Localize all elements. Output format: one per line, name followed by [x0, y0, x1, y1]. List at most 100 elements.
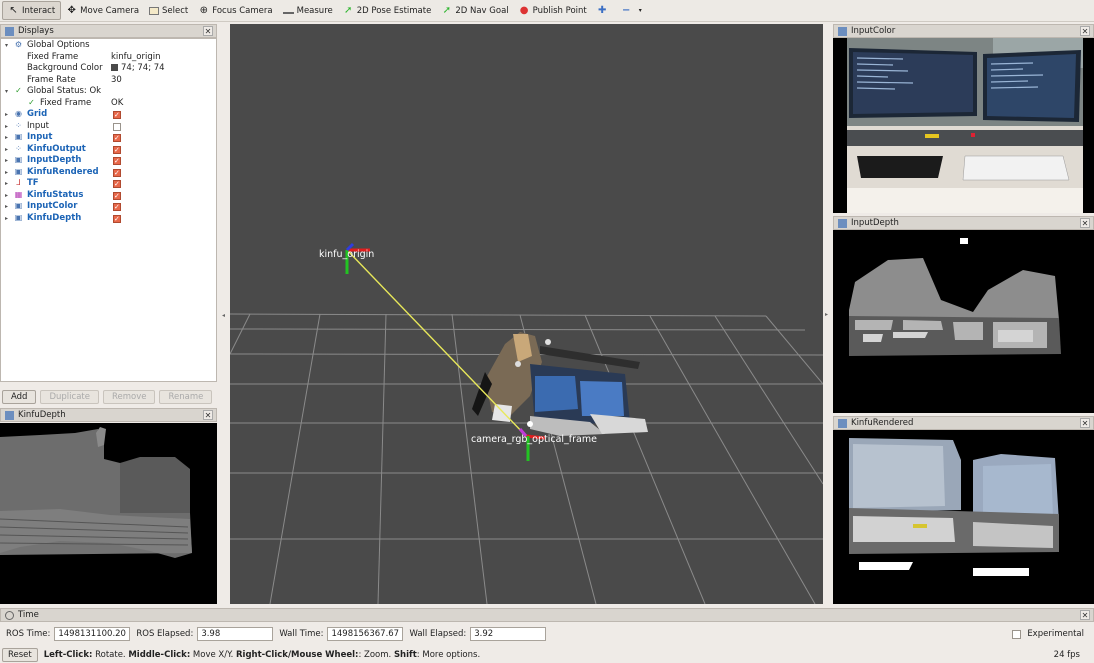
tree-background-color[interactable]: Background Color 74; 74; 74	[1, 63, 216, 75]
collapse-right-icon: ▸	[825, 311, 829, 318]
close-icon[interactable]: ✕	[1080, 418, 1090, 428]
color-image-render	[833, 38, 1094, 213]
tree-item-kinfustatus[interactable]: ▸ ▦ KinfuStatus	[1, 190, 216, 202]
tree-item-inputdepth[interactable]: ▸ ▣ InputDepth	[1, 155, 216, 167]
tree-item-input[interactable]: ▸ ⁘ Input	[1, 121, 216, 133]
tree-frame-rate[interactable]: Frame Rate 30	[1, 75, 216, 87]
fps-readout: 24 fps	[1053, 649, 1080, 660]
tree-item-kinfuoutput[interactable]: ▸ ⁘ KinfuOutput	[1, 144, 216, 156]
duplicate-button[interactable]: Duplicate	[40, 390, 99, 404]
grid-icon: ◉	[15, 109, 22, 118]
frame-label-origin: kinfu_origin	[319, 249, 375, 260]
enable-checkbox[interactable]	[113, 110, 121, 120]
tree-item-kinfudepth[interactable]: ▸ ▣ KinfuDepth	[1, 213, 216, 225]
kinfudepth-panel-header: KinfuDepth ✕	[0, 408, 217, 422]
enable-checkbox[interactable]	[113, 133, 121, 143]
wall-elapsed-label: Wall Elapsed:	[409, 629, 467, 639]
remove-button[interactable]: Remove	[102, 390, 156, 404]
enable-checkbox[interactable]	[113, 122, 121, 131]
gear-icon: ⚙	[14, 40, 23, 49]
kinfurendered-panel-header: KinfuRendered ✕	[833, 416, 1094, 430]
tree-status-fixed-frame[interactable]: ✓ Fixed Frame OK	[1, 98, 216, 110]
close-icon[interactable]: ✕	[1080, 610, 1090, 620]
ros-elapsed-field[interactable]: 3.98	[197, 627, 274, 641]
property-label: Fixed Frame	[27, 51, 79, 62]
property-label: Frame Rate	[27, 74, 76, 85]
enable-checkbox[interactable]	[113, 179, 121, 189]
image-icon: ▣	[14, 201, 23, 210]
expand-arrow-icon: ▾	[5, 42, 9, 49]
tree-item-grid[interactable]: ▸ ◉ Grid	[1, 109, 216, 121]
property-value[interactable]: 30	[111, 75, 122, 87]
right-splitter[interactable]: ▸	[823, 24, 833, 604]
tool-measure[interactable]: Measure	[278, 1, 338, 20]
tree-global-status[interactable]: ▾ ✓ Global Status: Ok	[1, 86, 216, 98]
expand-arrow-icon: ▸	[5, 157, 9, 164]
status-bar: Reset Left-Click: Rotate. Middle-Click: …	[0, 646, 1094, 663]
wall-time-field[interactable]: 1498156367.67	[327, 627, 404, 641]
tool-label: Interact	[22, 5, 56, 16]
tree-item-tf[interactable]: ▸ ⅃ TF	[1, 178, 216, 190]
tree-label: KinfuRendered	[27, 166, 99, 177]
add-tool-button[interactable]: ✚	[592, 1, 616, 20]
expand-arrow-icon: ▸	[5, 111, 9, 118]
color-swatch	[111, 64, 118, 71]
rename-button[interactable]: Rename	[159, 390, 213, 404]
experimental-checkbox[interactable]	[1012, 629, 1022, 639]
wall-elapsed-field[interactable]: 3.92	[470, 627, 547, 641]
tool-move-camera[interactable]: ✥ Move Camera	[61, 1, 144, 20]
tree-label: InputColor	[27, 201, 78, 211]
help-middle-click: Middle-Click:	[128, 649, 191, 660]
help-text: Left-Click: Rotate. Middle-Click: Move X…	[44, 650, 480, 660]
close-icon[interactable]: ✕	[1080, 218, 1090, 228]
ros-time-label: ROS Time:	[6, 629, 51, 639]
enable-checkbox[interactable]	[113, 156, 121, 166]
tree-fixed-frame[interactable]: Fixed Frame kinfu_origin	[1, 52, 216, 64]
help-right-click: Right-Click/Mouse Wheel:	[236, 649, 359, 660]
left-splitter[interactable]: ◂	[217, 24, 230, 604]
expand-arrow-icon: ▸	[5, 134, 9, 141]
close-icon[interactable]: ✕	[203, 410, 213, 420]
close-icon[interactable]: ✕	[1080, 26, 1090, 36]
tool-publish-point[interactable]: ● Publish Point	[514, 1, 592, 20]
axes-icon: ⅃	[16, 178, 21, 187]
tool-label: Measure	[296, 5, 333, 16]
tree-label: Grid	[27, 109, 48, 119]
panel-title: InputColor	[851, 26, 896, 36]
tree-item-kinfurendered[interactable]: ▸ ▣ KinfuRendered	[1, 167, 216, 179]
enable-checkbox[interactable]	[113, 214, 121, 224]
tree-global-options[interactable]: ▾ ⚙ Global Options	[1, 40, 216, 52]
displays-buttons: Add Duplicate Remove Rename	[0, 388, 217, 406]
expand-arrow-icon: ▸	[5, 145, 9, 153]
reset-button[interactable]: Reset	[2, 647, 38, 662]
tree-item-input-image[interactable]: ▸ ▣ Input	[1, 132, 216, 144]
ros-elapsed-label: ROS Elapsed:	[136, 629, 194, 639]
enable-checkbox[interactable]	[113, 145, 121, 155]
enable-checkbox[interactable]	[113, 202, 121, 212]
close-icon[interactable]: ✕	[203, 26, 213, 36]
tool-focus-camera[interactable]: ⊕ Focus Camera	[193, 1, 277, 20]
remove-tool-button[interactable]: − ▾	[616, 1, 654, 20]
tool-interact[interactable]: ↖ Interact	[2, 1, 62, 20]
experimental-toggle[interactable]: Experimental	[1012, 629, 1084, 639]
tool-2d-nav-goal[interactable]: ➚ 2D Nav Goal	[436, 1, 513, 20]
enable-checkbox[interactable]	[113, 191, 121, 201]
tool-select[interactable]: Select	[144, 1, 193, 20]
ros-time-field[interactable]: 1498131100.20	[54, 627, 131, 641]
tree-item-inputcolor[interactable]: ▸ ▣ InputColor	[1, 201, 216, 213]
property-value-wrapper[interactable]: 74; 74; 74	[111, 63, 165, 75]
render-3d-view[interactable]: kinfu_origin camera_rgb_optical_frame	[230, 24, 823, 604]
chevron-down-icon: ▾	[638, 6, 642, 14]
pose-estimate-icon: ➚	[344, 4, 353, 16]
property-value[interactable]: kinfu_origin	[111, 52, 161, 64]
add-button[interactable]: Add	[2, 390, 37, 404]
expand-arrow-icon: ▸	[5, 180, 9, 187]
enable-checkbox[interactable]	[113, 168, 121, 178]
tool-2d-pose-estimate[interactable]: ➚ 2D Pose Estimate	[338, 1, 437, 20]
panel-title: InputDepth	[851, 218, 899, 228]
nav-goal-icon: ➚	[442, 4, 452, 16]
scene-svg	[230, 24, 823, 604]
select-icon	[149, 6, 160, 15]
tree-label: InputDepth	[27, 155, 82, 165]
image-icon: ▣	[14, 132, 23, 141]
